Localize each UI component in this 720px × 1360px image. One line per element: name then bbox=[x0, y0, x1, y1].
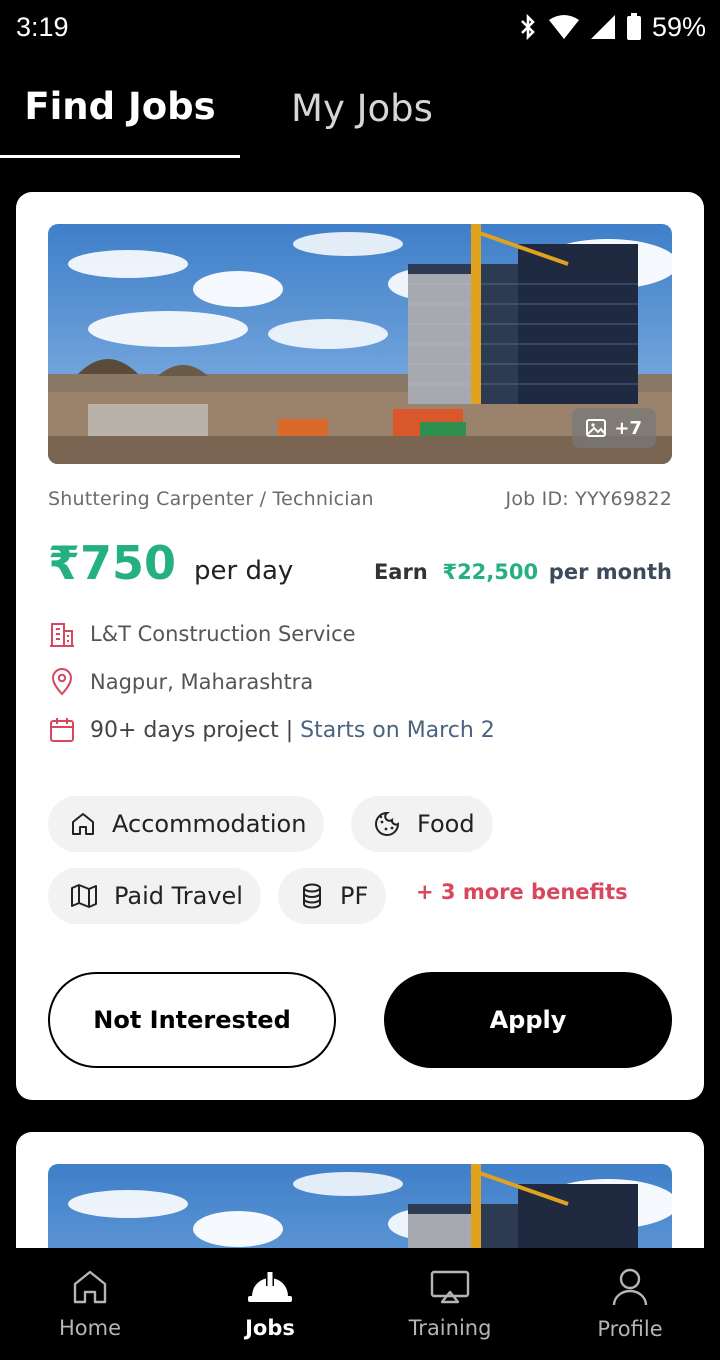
benefit-chip-pf[interactable]: PF bbox=[278, 868, 387, 924]
apply-button[interactable]: Apply bbox=[384, 972, 672, 1068]
battery-icon bbox=[626, 13, 641, 40]
calendar-icon bbox=[50, 718, 74, 742]
job-id: Job ID: YYY69822 bbox=[505, 488, 672, 510]
earn-unit: per month bbox=[548, 560, 672, 584]
user-icon bbox=[612, 1268, 648, 1306]
image-icon bbox=[586, 419, 607, 437]
job-title: Shuttering Carpenter / Technician bbox=[48, 488, 374, 510]
job-site-photo[interactable]: +7 bbox=[48, 224, 672, 464]
bluetooth-icon bbox=[521, 13, 535, 41]
wifi-icon bbox=[548, 15, 579, 39]
status-time: 3:19 bbox=[16, 11, 69, 42]
benefit-label: Accommodation bbox=[112, 810, 307, 838]
nav-item-profile[interactable]: Profile bbox=[540, 1248, 720, 1360]
nav-label: Training bbox=[408, 1316, 492, 1340]
location-name: Nagpur, Maharashtra bbox=[90, 670, 314, 694]
map-icon bbox=[71, 884, 97, 908]
earn-label: Earn bbox=[373, 560, 428, 584]
company-row: L&T Construction Service bbox=[48, 620, 356, 648]
duration-length: 90+ days project | bbox=[90, 717, 294, 743]
benefit-chip-paid-travel[interactable]: Paid Travel bbox=[48, 868, 261, 924]
start-date: Starts on March 2 bbox=[300, 717, 495, 743]
photo-count: +7 bbox=[614, 417, 642, 439]
daily-price-unit: per day bbox=[194, 556, 294, 586]
daily-pay: ₹750 per day bbox=[48, 536, 293, 590]
status-bar: 3:19 59% bbox=[0, 0, 720, 54]
daily-price: ₹750 bbox=[48, 536, 177, 590]
home-icon bbox=[72, 813, 94, 835]
duration-row: 90+ days project | Starts on March 2 bbox=[48, 716, 495, 744]
company-name: L&T Construction Service bbox=[90, 622, 356, 646]
benefit-label: Paid Travel bbox=[114, 882, 243, 910]
location-row: Nagpur, Maharashtra bbox=[48, 668, 313, 696]
job-card[interactable]: +7 Shuttering Carpenter / Technician Job… bbox=[16, 192, 704, 1100]
hard-hat-icon bbox=[248, 1272, 292, 1302]
earn-amount: ₹22,500 bbox=[442, 560, 539, 584]
monthly-earning: Earn ₹22,500 per month bbox=[374, 560, 672, 584]
photo-count-badge[interactable]: +7 bbox=[572, 408, 656, 448]
building-icon bbox=[50, 623, 74, 647]
benefit-chip-food[interactable]: Food bbox=[351, 796, 493, 852]
nav-item-training[interactable]: Training bbox=[360, 1248, 540, 1360]
presentation-icon bbox=[430, 1270, 470, 1304]
more-benefits-link[interactable]: + 3 more benefits bbox=[416, 880, 628, 904]
cookie-icon bbox=[375, 811, 400, 836]
signal-icon bbox=[590, 15, 615, 39]
duration-text: 90+ days project | Starts on March 2 bbox=[90, 718, 495, 743]
nav-item-home[interactable]: Home bbox=[0, 1248, 180, 1360]
home-icon bbox=[73, 1270, 107, 1304]
pay-row: ₹750 per day Earn ₹22,500 per month bbox=[48, 536, 672, 590]
benefit-chip-accommodation[interactable]: Accommodation bbox=[48, 796, 325, 852]
job-meta-row: Shuttering Carpenter / Technician Job ID… bbox=[48, 488, 672, 510]
coins-icon bbox=[303, 883, 321, 909]
job-tabs: Find Jobs My Jobs bbox=[0, 58, 720, 160]
nav-item-jobs[interactable]: Jobs bbox=[180, 1248, 360, 1360]
benefit-label: PF bbox=[340, 882, 369, 910]
nav-label: Profile bbox=[597, 1317, 663, 1341]
not-interested-button[interactable]: Not Interested bbox=[48, 972, 336, 1068]
tab-my-jobs[interactable]: My Jobs bbox=[240, 58, 484, 158]
tab-find-jobs[interactable]: Find Jobs bbox=[0, 58, 240, 158]
bottom-navigation: Home Jobs Training Profile bbox=[0, 1248, 720, 1360]
nav-label: Jobs bbox=[245, 1316, 295, 1340]
location-pin-icon bbox=[51, 668, 73, 696]
battery-level: 59% bbox=[651, 11, 706, 42]
status-icons: 59% bbox=[518, 12, 706, 43]
benefit-label: Food bbox=[417, 810, 475, 838]
nav-label: Home bbox=[58, 1316, 121, 1340]
